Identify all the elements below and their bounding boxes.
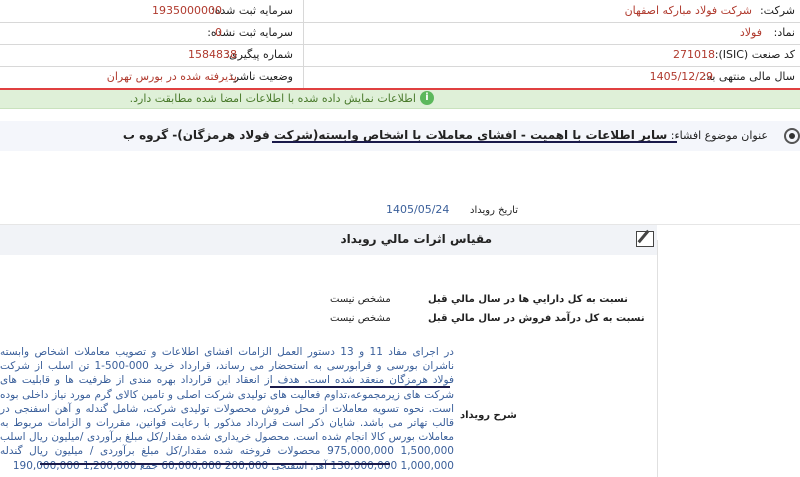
metric-assets-label: نسبت به كل دارايي ها در سال مالي قبل: [428, 294, 628, 305]
fiscal-label: سال مالی منتهی به:: [702, 70, 795, 83]
metric-assets-value: مشخص نیست: [330, 294, 391, 305]
info-row: کد صنعت (ISIC): 271018 شماره پیگیری: 158…: [0, 44, 800, 67]
subject-value: سایر اطلاعات با اهمیت - افشاي معاملات با…: [122, 128, 668, 142]
subject-band: عنوان موضوع افشاء: سایر اطلاعات با اهمیت…: [0, 121, 800, 151]
highlight-underline-mark: [270, 386, 450, 388]
event-date-label: تاریخ رویداد: [470, 205, 518, 216]
description-text: در اجرای مفاد 11 و 13 دستور العمل الزاما…: [0, 346, 454, 470]
radio-selected-icon[interactable]: [784, 128, 800, 144]
symbol-value: فولاد: [739, 26, 762, 39]
registered-capital-value: 1935000000: [152, 4, 222, 17]
highlight-underline-mark: [40, 463, 390, 465]
section-title: مقیاس اثرات مالي رويداد: [340, 232, 492, 246]
company-label: شرکت:: [759, 4, 795, 17]
financial-effects-section: مقیاس اثرات مالي رويداد: [0, 225, 657, 255]
isic-value: 271018: [673, 48, 715, 61]
tracking-value: 1584838: [188, 48, 237, 61]
status-label: وضعیت ناشر:: [230, 70, 293, 83]
info-icon: i: [420, 91, 434, 105]
verification-notice: اطلاعات نمایش داده شده با اطلاعات امضا ش…: [0, 90, 800, 109]
info-row: نماد: فولاد سرمایه ثبت نشده: 0: [0, 22, 800, 45]
isic-label: کد صنعت (ISIC):: [714, 48, 795, 61]
subject-underline-mark: [272, 141, 677, 143]
subject-line: عنوان موضوع افشاء: سایر اطلاعات با اهمیت…: [123, 128, 768, 142]
unregistered-capital-value: 0: [215, 26, 222, 39]
status-value: پذیرفته شده در بورس تهران: [106, 70, 237, 83]
info-row: سال مالی منتهی به: 1405/12/29 وضعیت ناشر…: [0, 66, 800, 89]
description-label: شرح رويداد: [460, 410, 517, 421]
subject-label: عنوان موضوع افشاء:: [670, 129, 768, 142]
company-value: شرکت فولاد مبارکه اصفهان: [624, 4, 752, 17]
company-info-grid: شرکت: شرکت فولاد مبارکه اصفهان سرمایه ثب…: [0, 0, 800, 89]
info-row: شرکت: شرکت فولاد مبارکه اصفهان سرمایه ثب…: [0, 0, 800, 23]
column-divider: [657, 240, 658, 477]
event-date-value: 1405/05/24: [386, 203, 450, 216]
edit-icon: [636, 231, 654, 247]
metric-sales-value: مشخص نیست: [330, 313, 391, 324]
symbol-label: نماد:: [773, 26, 795, 39]
notice-text: اطلاعات نمایش داده شده با اطلاعات امضا ش…: [129, 92, 416, 105]
fiscal-value: 1405/12/29: [649, 70, 713, 83]
metric-sales-label: نسبت به كل درآمد فروش در سال مالي قبل: [428, 313, 645, 324]
registered-capital-label: سرمایه ثبت شده:: [210, 4, 293, 17]
